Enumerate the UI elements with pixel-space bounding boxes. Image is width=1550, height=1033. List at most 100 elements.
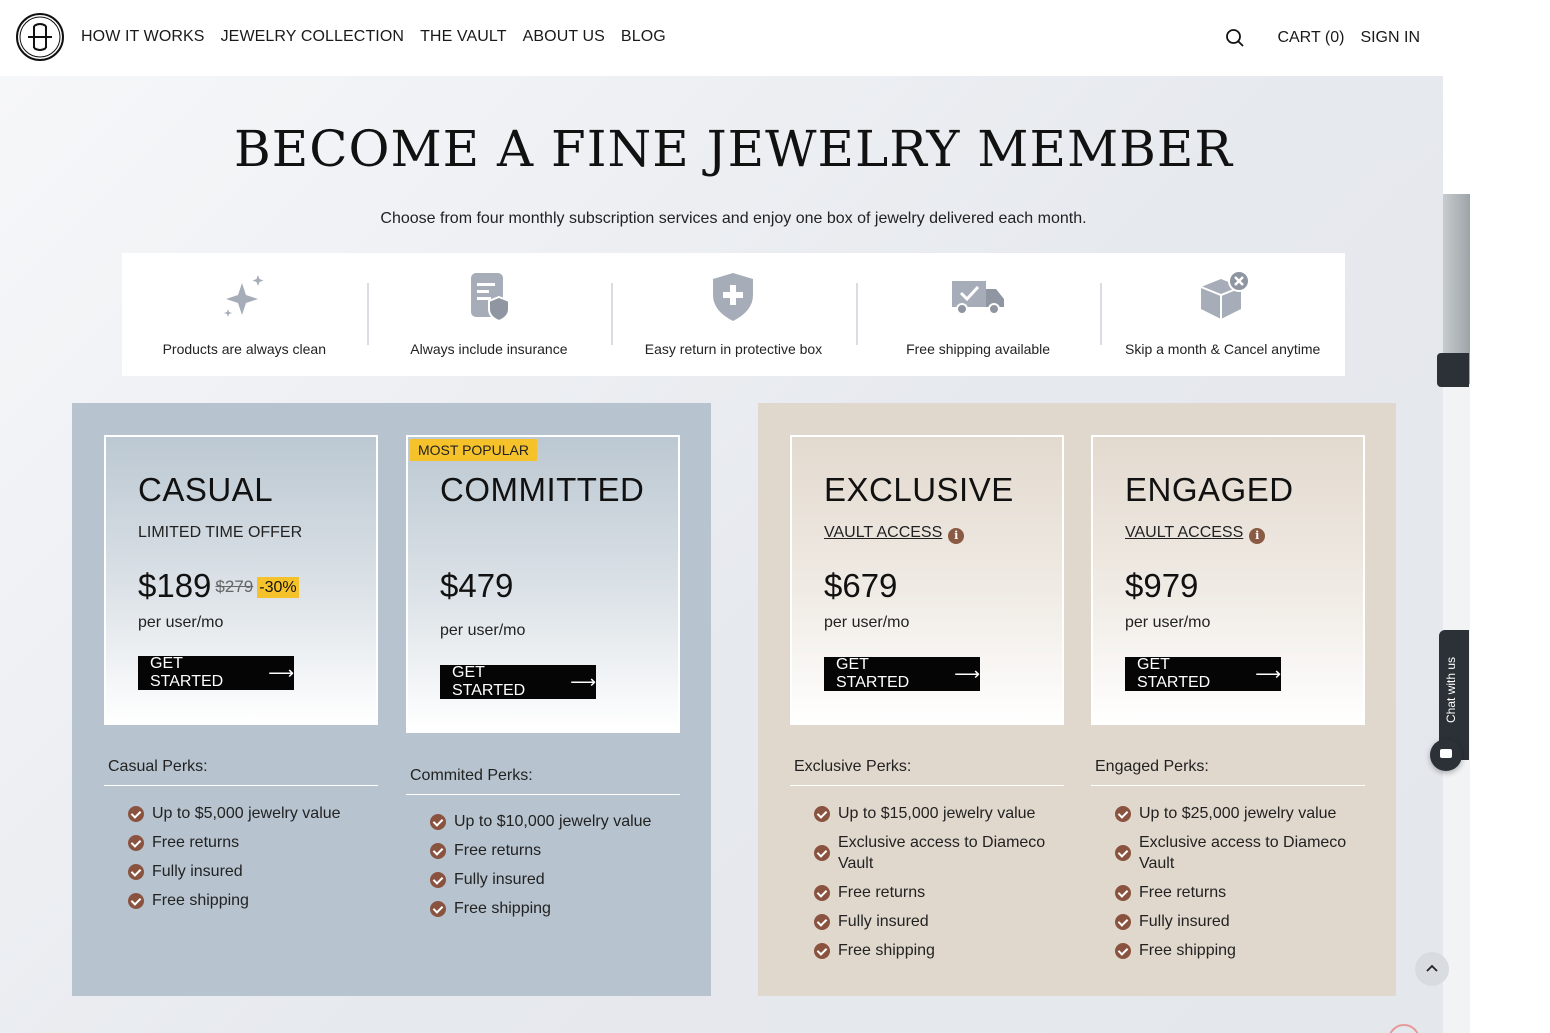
vault-access-link[interactable]: VAULT ACCESS (1125, 524, 1243, 541)
plan-price: $979 (1125, 567, 1199, 604)
perk-text: Up to $25,000 jewelry value (1139, 805, 1337, 822)
plan-card-committed: MOST POPULAR COMMITTED $479 per user/mo … (406, 435, 680, 733)
list-item: Free shipping (128, 890, 341, 911)
plans-group-vault: EXCLUSIVE VAULT ACCESS i $679 per user/mo… (758, 403, 1396, 996)
cart-link[interactable]: CART (0) (1277, 29, 1344, 47)
features-bar: Products are always clean Always include… (122, 253, 1345, 376)
get-started-button-casual[interactable]: GET STARTED ⟶ (138, 655, 294, 690)
list-item: Fully insured (1115, 911, 1355, 932)
perks-divider (790, 785, 1064, 786)
feature-clean: Products are always clean (122, 253, 367, 376)
perk-text: Up to $5,000 jewelry value (152, 805, 341, 822)
nav-about-us[interactable]: ABOUT US (523, 28, 605, 46)
get-started-button-committed[interactable]: GET STARTED ⟶ (440, 664, 596, 699)
button-label: GET STARTED (150, 655, 224, 690)
list-item: Up to $15,000 jewelry value (814, 803, 1054, 824)
perk-list-casual: Up to $5,000 jewelry value Free returns … (128, 803, 341, 919)
plan-price: $189 (138, 567, 212, 604)
brand-logo[interactable] (14, 12, 66, 62)
perk-text: Fully insured (1139, 913, 1230, 930)
list-item: Fully insured (814, 911, 1054, 932)
perks-divider (406, 794, 680, 795)
list-item: Free returns (1115, 882, 1355, 903)
perks-title: Engaged Perks: (1095, 758, 1209, 775)
arrow-right-icon: ⟶ (1255, 663, 1281, 684)
button-label: GET STARTED (1137, 656, 1211, 691)
perk-text: Exclusive access to Diameco Vault (838, 834, 1046, 872)
nav-how-it-works[interactable]: HOW IT WORKS (81, 28, 205, 46)
get-started-button-engaged[interactable]: GET STARTED ⟶ (1125, 656, 1281, 691)
perk-text: Fully insured (838, 913, 929, 930)
header-actions: CART (0) SIGN IN (1225, 28, 1420, 48)
truck-icon (952, 281, 1005, 315)
button-label: GET STARTED (836, 656, 910, 691)
perk-text: Free shipping (454, 900, 551, 917)
perk-text: Free shipping (152, 892, 249, 909)
button-label: GET STARTED (452, 664, 526, 699)
check-icon (430, 871, 446, 888)
plan-name: CASUAL (138, 471, 274, 508)
perk-text: Exclusive access to Diameco Vault (1139, 834, 1347, 872)
perk-list-committed: Up to $10,000 jewelry value Free returns… (430, 811, 651, 927)
plan-tagline: LIMITED TIME OFFER (138, 524, 303, 541)
plans-group-standard: CASUAL LIMITED TIME OFFER $189 $279 -30% p… (72, 403, 711, 996)
feature-cancel: Skip a month & Cancel anytime (1100, 253, 1345, 376)
scroll-to-top-button[interactable] (1415, 952, 1449, 986)
vault-access-row: VAULT ACCESS i (824, 524, 965, 544)
perk-list-exclusive: Up to $15,000 jewelry value Exclusive ac… (814, 803, 1054, 969)
check-icon (1115, 913, 1131, 930)
vault-access-row: VAULT ACCESS i (1125, 524, 1266, 544)
plan-price: $479 (440, 567, 514, 604)
sign-in-link[interactable]: SIGN IN (1360, 29, 1420, 47)
list-item: Free returns (128, 832, 341, 853)
check-icon (128, 863, 144, 880)
plan-period: per user/mo (1125, 614, 1211, 631)
perks-title: Exclusive Perks: (794, 758, 912, 775)
page-title: BECOME A FINE JEWELRY MEMBER (233, 120, 1234, 178)
get-started-button-exclusive[interactable]: GET STARTED ⟶ (824, 656, 980, 691)
perk-text: Free shipping (838, 942, 935, 959)
side-tab[interactable] (1437, 353, 1469, 387)
nav-the-vault[interactable]: THE VAULT (420, 28, 507, 46)
check-icon (128, 834, 144, 851)
check-icon (814, 913, 830, 930)
nav-blog[interactable]: BLOG (621, 28, 666, 46)
check-icon (814, 805, 830, 822)
info-icon[interactable]: i (1249, 528, 1266, 544)
info-icon[interactable]: i (948, 528, 965, 544)
check-icon (814, 942, 830, 959)
check-icon (430, 842, 446, 859)
feature-shipping: Free shipping available (855, 253, 1101, 376)
plan-price: $679 (824, 567, 898, 604)
feature-label: Products are always clean (162, 341, 326, 357)
list-item: Exclusive access to Diameco Vault (814, 832, 1054, 874)
perks-divider (104, 785, 378, 786)
perk-text: Free returns (838, 884, 926, 901)
list-item: Fully insured (128, 861, 341, 882)
plan-name: ENGAGED (1125, 471, 1294, 508)
perks-title: Commited Perks: (410, 767, 533, 784)
arrow-right-icon: ⟶ (268, 662, 294, 683)
perk-text: Fully insured (152, 863, 243, 880)
perk-text: Fully insured (454, 871, 545, 888)
nav-jewelry-collection[interactable]: JEWELRY COLLECTION (221, 28, 404, 46)
document-shield-icon (470, 273, 510, 323)
check-icon (1115, 884, 1131, 901)
shield-plus-icon (713, 273, 754, 321)
check-icon (128, 892, 144, 909)
vault-access-link[interactable]: VAULT ACCESS (824, 524, 942, 541)
plan-card-casual: CASUAL LIMITED TIME OFFER $189 $279 -30% p… (104, 435, 378, 725)
chat-label[interactable]: Chat with us (1444, 640, 1464, 740)
search-icon[interactable] (1225, 28, 1245, 48)
plan-old-price: $279 (215, 577, 254, 596)
plan-card-exclusive: EXCLUSIVE VAULT ACCESS i $679 per user/mo… (790, 435, 1064, 725)
arrow-right-icon: ⟶ (954, 663, 980, 684)
chat-bubble-icon[interactable] (1430, 739, 1462, 771)
feature-label: Skip a month & Cancel anytime (1125, 341, 1321, 357)
perk-text: Up to $10,000 jewelry value (454, 813, 652, 830)
plan-name: COMMITTED (440, 471, 645, 508)
perk-text: Free returns (152, 834, 240, 851)
feature-label: Free shipping available (906, 341, 1051, 357)
list-item: Fully insured (430, 869, 651, 890)
feature-insurance: Always include insurance (366, 253, 612, 376)
